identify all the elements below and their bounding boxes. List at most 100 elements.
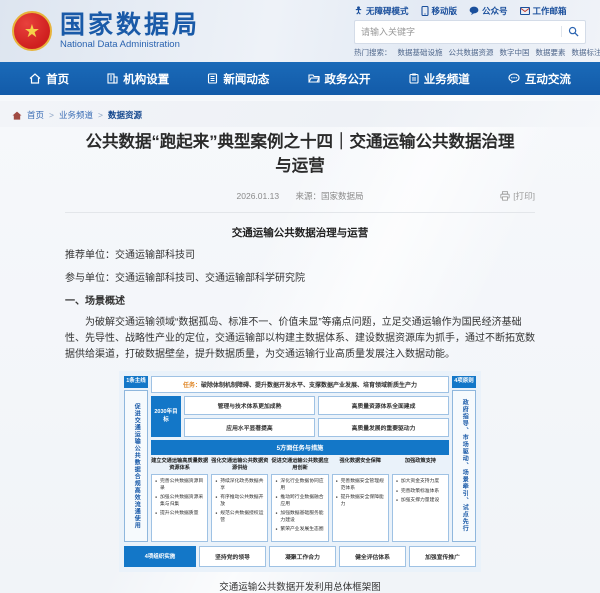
search-input[interactable] <box>361 27 561 37</box>
site-brand[interactable]: ★ 国家数据局 National Data Administration <box>12 11 200 51</box>
diagram-right-column: 4项原则 政府指导、市场驱动、场景牵引、试点先行 <box>452 376 476 541</box>
column-bullet: 推动跨行业数据融合应用 <box>275 495 325 508</box>
page-body: 首页 > 业务频道 > 数据资源 公共数据“跑起来”典型案例之十四｜交通运输公共… <box>0 95 600 593</box>
article-meta: 2026.01.13 来源：国家数据局 [打印] <box>65 190 535 204</box>
main-line-tag: 1条主线 <box>124 376 148 387</box>
breadcrumb-item-channel[interactable]: 业务频道 <box>59 109 93 121</box>
breadcrumb-home-icon <box>12 111 22 120</box>
task-column-2: 强化交通运输公共数据资源供给 持续深化政务数据共享 有序推动公共数据开放 规范公… <box>211 458 268 541</box>
site-header: ★ 国家数据局 National Data Administration 无障碍… <box>0 0 600 62</box>
chat-icon <box>508 73 520 84</box>
search-button[interactable] <box>561 26 579 37</box>
chat-bubble-icon <box>469 6 479 15</box>
breadcrumb-separator: > <box>49 110 54 120</box>
topbar-links: 无障碍模式 移动版 公众号 工作邮箱 <box>354 5 586 17</box>
mail-icon <box>520 7 530 15</box>
column-bullet: 加大资金支持力度 <box>396 479 446 485</box>
site-search <box>354 20 586 44</box>
implementation-box: 凝聚工作合力 <box>269 546 336 567</box>
nav-item-business-channel[interactable]: 业务频道 <box>409 71 470 87</box>
topbar-link-label: 移动版 <box>432 5 458 17</box>
implementation-box: 坚持党的领导 <box>199 546 266 567</box>
wechat-account-link[interactable]: 公众号 <box>469 5 508 17</box>
nav-item-interaction[interactable]: 互动交流 <box>508 71 571 87</box>
nav-label: 政务公开 <box>325 71 371 87</box>
column-bullet: 深化行业数据协同应用 <box>275 479 325 492</box>
nav-label: 首页 <box>46 71 69 87</box>
mobile-phone-icon <box>421 6 429 16</box>
column-bullet: 完善数据安全管理规范体系 <box>336 479 386 492</box>
implementation-tag: 4项组织实施 <box>124 546 196 567</box>
column-bullet: 提升数据安全保障能力 <box>336 495 386 508</box>
column-bullet: 提升公共数据质量 <box>155 511 205 517</box>
implementation-row: 4项组织实施 坚持党的领导 凝聚工作合力 健全评估体系 加强宣传推广 <box>124 546 476 567</box>
goals-row: 2030年目标 管理与技术体系更加成熟 高质量资源体系全面建成 应用水平显著提高… <box>151 396 449 437</box>
main-line-text: 促进交通运输公共数据合规高效流通使用 <box>124 390 148 542</box>
participant-unit-line: 参与单位：交通运输部科技司、交通运输部科学研究院 <box>65 271 535 286</box>
breadcrumb-item-current[interactable]: 数据资源 <box>108 109 142 121</box>
hot-search-item[interactable]: 数据标注 <box>572 47 600 58</box>
work-mail-link[interactable]: 工作邮箱 <box>520 5 567 17</box>
document-icon <box>207 73 218 84</box>
site-title: 国家数据局 <box>60 12 200 38</box>
principles-tag: 4项原则 <box>452 376 476 387</box>
goal-box: 管理与技术体系更加成熟 <box>184 396 315 415</box>
publish-date: 2026.01.13 <box>237 191 280 201</box>
printer-icon <box>500 191 510 201</box>
column-bullet: 规范公共数据授权运营 <box>215 511 265 524</box>
principles-text: 政府指导、市场驱动、场景牵引、试点先行 <box>452 390 476 542</box>
column-bullet: 完善公共数据资源目录 <box>155 479 205 492</box>
page-title: 公共数据“跑起来”典型案例之十四｜交通运输公共数据治理与运营 <box>80 131 520 179</box>
mobile-version-link[interactable]: 移动版 <box>421 5 458 17</box>
goal-box: 高质量资源体系全面建成 <box>318 396 449 415</box>
column-title: 加强政策支持 <box>392 458 449 472</box>
topbar-link-label: 工作邮箱 <box>533 5 567 17</box>
site-title-en: National Data Administration <box>60 39 200 50</box>
column-title: 强化交通运输公共数据资源供给 <box>211 458 268 472</box>
article: 公共数据“跑起来”典型案例之十四｜交通运输公共数据治理与运营 2026.01.1… <box>65 131 535 593</box>
task-bar: 任务：破除体制机制障碍、提升数据开发水平、支撑数据产业发展、培育领域新质生产力 <box>151 376 449 393</box>
breadcrumb-item-home[interactable]: 首页 <box>27 109 44 121</box>
nav-label: 业务频道 <box>424 71 470 87</box>
accessibility-mode-link[interactable]: 无障碍模式 <box>354 5 409 17</box>
task-text: 破除体制机制障碍、提升数据开发水平、支撑数据产业发展、培育领域新质生产力 <box>201 383 417 389</box>
nav-item-gov-affairs[interactable]: 政务公开 <box>308 71 371 87</box>
column-title: 强化数据安全保障 <box>332 458 389 472</box>
implementation-box: 健全评估体系 <box>339 546 406 567</box>
nav-item-organization[interactable]: 机构设置 <box>107 71 169 87</box>
task-column-5: 加强政策支持 加大资金支持力度 完善政策标准体系 加强支撑力量建设 <box>392 458 449 541</box>
column-bullet: 持续深化政务数据共享 <box>215 479 265 492</box>
task-column-4: 强化数据安全保障 完善数据安全管理规范体系 提升数据安全保障能力 <box>332 458 389 541</box>
nav-label: 新闻动态 <box>223 71 269 87</box>
task-column-1: 建立交通运输高质量数据资源体系 完善公共数据资源目录 加强公共数据资源采集与归集… <box>151 458 208 541</box>
folder-open-icon <box>308 73 320 84</box>
column-bullet: 加强数据基础服务能力建设 <box>275 511 325 524</box>
task-label: 任务： <box>183 383 201 389</box>
column-bullet: 加强支撑力量建设 <box>396 498 446 504</box>
hot-search-item[interactable]: 数据要素 <box>536 47 566 58</box>
section-heading: 一、场景概述 <box>65 294 535 309</box>
nav-item-news[interactable]: 新闻动态 <box>207 71 269 87</box>
goal-2030-tag: 2030年目标 <box>151 396 181 437</box>
column-title: 促进交通运输公共数据应用创新 <box>271 458 328 472</box>
print-button[interactable]: [打印] <box>500 190 535 202</box>
topbar-link-label: 无障碍模式 <box>366 5 409 17</box>
column-title: 建立交通运输高质量数据资源体系 <box>151 458 208 472</box>
framework-figure: 1条主线 促进交通运输公共数据合规高效流通使用 任务：破除体制机制障碍、提升数据… <box>119 371 481 592</box>
hot-search-item[interactable]: 数字中国 <box>500 47 530 58</box>
implementation-box: 加强宣传推广 <box>409 546 476 567</box>
main-nav: 首页 机构设置 新闻动态 政务公开 业务频道 互动交流 <box>0 62 600 95</box>
topbar-link-label: 公众号 <box>482 5 508 17</box>
hot-search-item[interactable]: 数据基础设施 <box>398 47 443 58</box>
hot-search-item[interactable]: 公共数据资源 <box>449 47 494 58</box>
breadcrumb-separator: > <box>98 110 103 120</box>
print-label: [打印] <box>513 190 535 202</box>
task-columns: 建立交通运输高质量数据资源体系 完善公共数据资源目录 加强公共数据资源采集与归集… <box>151 458 449 541</box>
column-bullet: 完善政策标准体系 <box>396 489 446 495</box>
framework-diagram: 1条主线 促进交通运输公共数据合规高效流通使用 任务：破除体制机制障碍、提升数据… <box>119 371 481 571</box>
nav-label: 机构设置 <box>123 71 169 87</box>
nav-item-home[interactable]: 首页 <box>29 71 69 87</box>
column-bullet: 加强公共数据资源采集与归集 <box>155 495 205 508</box>
goal-box: 高质量发展的重要驱动力 <box>318 418 449 437</box>
national-emblem-logo: ★ <box>12 11 52 51</box>
